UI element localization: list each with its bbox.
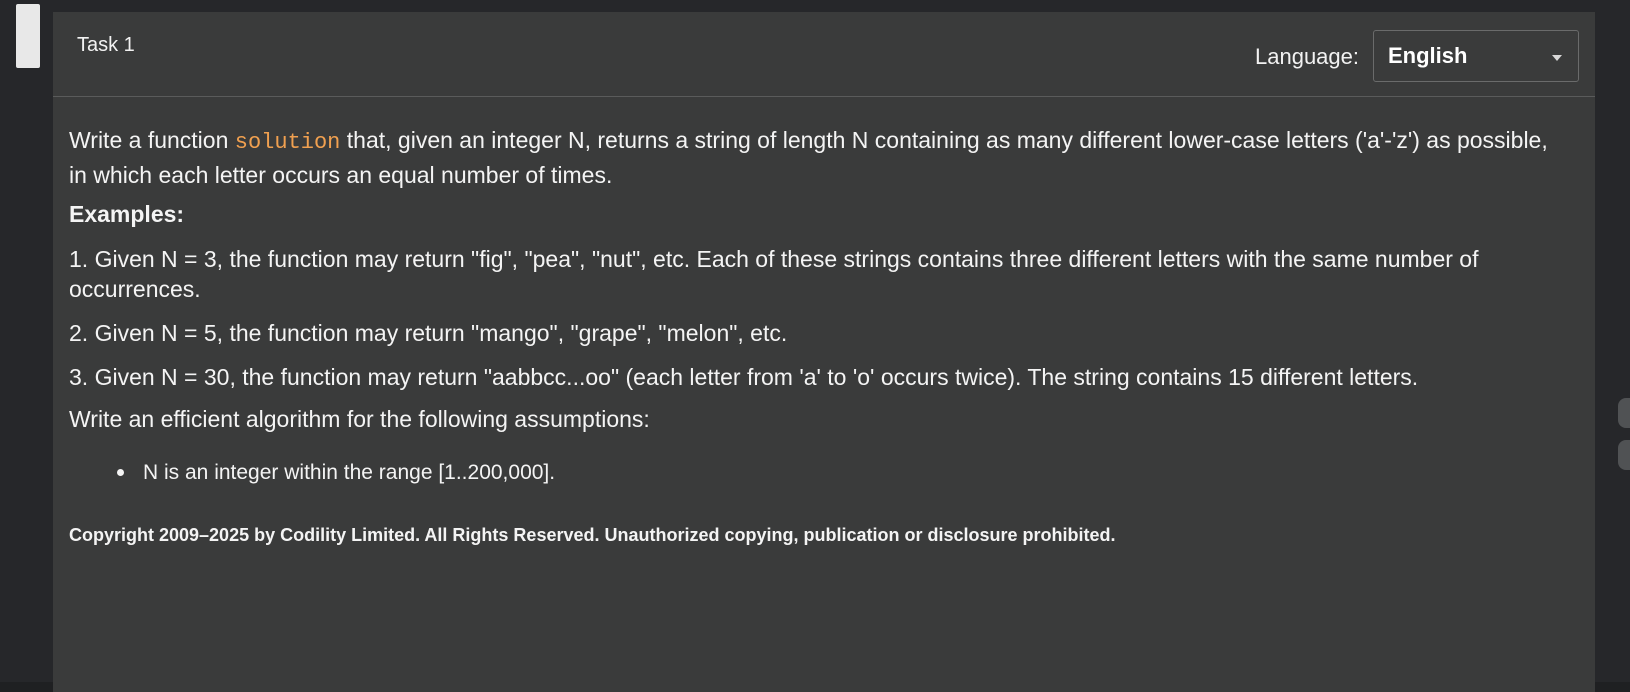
problem-intro: Write a function solution that, given an… xyxy=(69,124,1559,191)
scroll-left-handle[interactable] xyxy=(1618,398,1630,428)
task-header: Task 1 Language: English xyxy=(53,12,1595,97)
problem-description: Write a function solution that, given an… xyxy=(69,124,1559,546)
screen: Task 1 Language: English Write a functio… xyxy=(0,0,1630,692)
task-title: Task 1 xyxy=(77,34,135,56)
chevron-down-icon xyxy=(1552,55,1562,61)
assumptions-heading: Write an efficient algorithm for the fol… xyxy=(69,406,650,432)
assumption-item: N is an integer within the range [1..200… xyxy=(69,461,1559,485)
example-item: 1. Given N = 3, the function may return … xyxy=(69,246,1479,302)
function-name-code: solution xyxy=(234,130,341,155)
language-selected-value: English xyxy=(1388,43,1468,68)
window-edge xyxy=(16,4,40,68)
example-item: 2. Given N = 5, the function may return … xyxy=(69,320,788,346)
language-select[interactable]: English xyxy=(1373,30,1579,82)
scroll-right-handle[interactable] xyxy=(1618,440,1630,470)
copyright-notice: Copyright 2009–2025 by Codility Limited.… xyxy=(69,525,1116,545)
examples-heading: Examples: xyxy=(69,201,185,227)
task-panel: Task 1 Language: English Write a functio… xyxy=(53,12,1595,692)
bullet-icon xyxy=(117,469,124,476)
intro-text-start: Write a function xyxy=(69,127,235,153)
example-item: 3. Given N = 30, the function may return… xyxy=(69,364,1419,390)
assumption-text: N is an integer within the range [1..200… xyxy=(143,461,556,484)
language-label: Language: xyxy=(1255,44,1359,69)
